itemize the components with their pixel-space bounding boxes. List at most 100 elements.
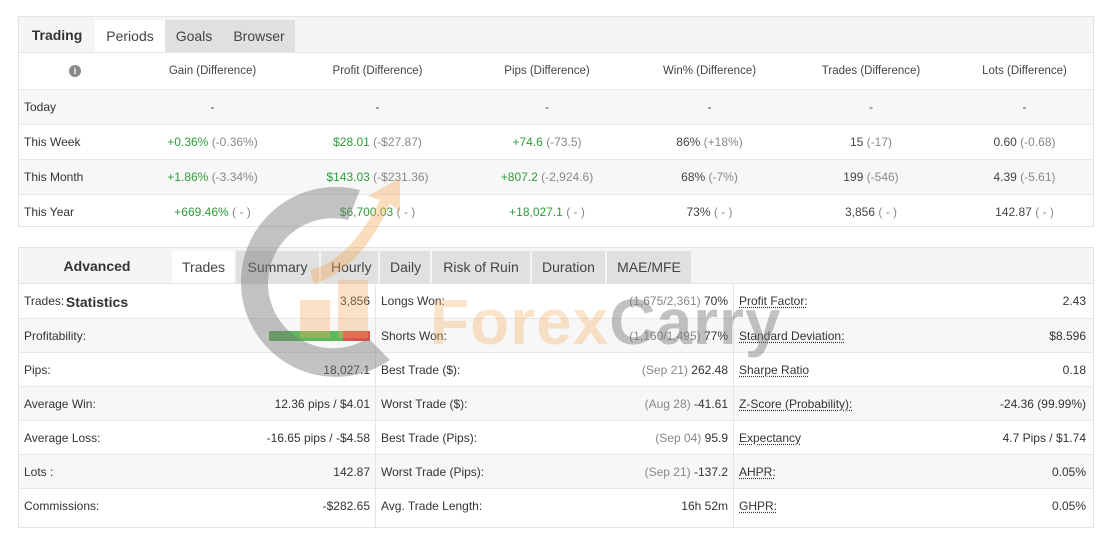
period-cell: +18,027.1 ( - ) bbox=[461, 194, 633, 229]
stats-row: Average Win: 12.36 pips / $4.01 Worst Trad… bbox=[19, 386, 1093, 420]
stat-label-ghpr[interactable]: GHPR: bbox=[739, 489, 777, 523]
stat-value-z-score-probability: -24.36 (99.99%) bbox=[999, 397, 1086, 411]
stat-label-sharpe-ratio[interactable]: Sharpe Ratio bbox=[739, 353, 809, 387]
stat-label-z-score-probability[interactable]: Z-Score (Probability): bbox=[739, 387, 852, 421]
period-difference: (-$27.87) bbox=[373, 135, 422, 149]
column-divider bbox=[733, 284, 734, 527]
advanced-stats-grid: Trades: 3,856 Longs Won: (1,675/2,361) 70% P… bbox=[19, 284, 1093, 523]
stat-note: (Aug 28) bbox=[644, 397, 691, 411]
stats-row: Pips: 18,027.1 Best Trade ($): (Sep 21) 262… bbox=[19, 352, 1093, 386]
stat-label-trades: Trades: bbox=[24, 294, 65, 308]
period-row-today: Today - - - - - - bbox=[19, 89, 1093, 125]
column-divider bbox=[375, 284, 376, 527]
period-value: +0.36% bbox=[167, 135, 209, 149]
stat-value-commissions: -$282.65 bbox=[322, 499, 370, 513]
period-value: - bbox=[210, 100, 215, 114]
period-row-this-week: This Week +0.36% (-0.36%) $28.01 (-$27.87)… bbox=[19, 124, 1093, 160]
period-value: $6,700.03 bbox=[339, 205, 394, 219]
period-difference: (-3.34%) bbox=[211, 170, 258, 184]
stat-value-worst-trade-pips: (Sep 21) -137.2 bbox=[645, 455, 728, 489]
period-value: $28.01 bbox=[333, 135, 370, 149]
stat-number: 16h 52m bbox=[681, 499, 728, 513]
tab-goals[interactable]: Goals bbox=[165, 20, 223, 52]
tab-periods[interactable]: Periods bbox=[95, 20, 165, 52]
stat-label-longs-won: Longs Won: bbox=[381, 294, 445, 308]
period-cell: 4.39 (-5.61) bbox=[956, 159, 1093, 195]
stat-number: 95.9 bbox=[704, 431, 728, 445]
stat-label-standard-deviation[interactable]: Standard Deviation: bbox=[739, 319, 844, 353]
stat-value-standard-deviation: $8.596 bbox=[1049, 329, 1086, 343]
period-value: 4.39 bbox=[993, 170, 1017, 184]
period-value: - bbox=[375, 100, 380, 114]
period-difference: ( - ) bbox=[232, 205, 251, 219]
period-cell: - bbox=[294, 89, 461, 125]
period-cell: 68% (-7%) bbox=[633, 159, 786, 195]
period-cell: - bbox=[633, 89, 786, 125]
period-value: +1.86% bbox=[167, 170, 209, 184]
stat-value-ghpr: 0.05% bbox=[1051, 499, 1086, 513]
tab-mae-mfe[interactable]: MAE/MFE bbox=[607, 251, 691, 283]
tab-hourly[interactable]: Hourly bbox=[321, 251, 378, 283]
tab-browser[interactable]: Browser bbox=[223, 20, 295, 52]
advanced-tab-bar: Advanced Statistics Trades Summary Hourly Da… bbox=[19, 248, 1093, 310]
column-header-profit-difference: Profit (Difference) bbox=[332, 65, 423, 77]
stat-label-profit-factor[interactable]: Profit Factor: bbox=[739, 284, 808, 318]
period-value: - bbox=[1022, 100, 1027, 114]
column-header-lots-difference: Lots (Difference) bbox=[982, 65, 1067, 77]
stat-label-commissions: Commissions: bbox=[24, 499, 100, 513]
periods-table: i Gain (Difference) Profit (Difference) Pi… bbox=[19, 53, 1093, 229]
stat-number: 70% bbox=[703, 294, 728, 308]
period-value: +807.2 bbox=[500, 170, 538, 184]
period-difference: (-546) bbox=[866, 170, 899, 184]
period-row-this-month: This Month +1.86% (-3.34%) $143.03 (-$231.… bbox=[19, 159, 1093, 195]
stat-value-average-win: 12.36 pips / $4.01 bbox=[274, 397, 370, 411]
stat-note: (1,160/1,495) bbox=[629, 329, 701, 343]
stat-note: (Sep 04) bbox=[655, 431, 702, 445]
profitability-bar-won bbox=[269, 331, 343, 341]
profitability-bar-lost bbox=[342, 331, 370, 341]
period-value: $143.03 bbox=[326, 170, 370, 184]
stat-value-worst-trade: (Aug 28) -41.61 bbox=[645, 387, 728, 421]
stats-row: Profitability: Shorts Won: (1,160/1,495) 7… bbox=[19, 318, 1093, 352]
period-difference: ( - ) bbox=[1035, 205, 1054, 219]
column-header-pips-difference: Pips (Difference) bbox=[504, 65, 590, 77]
tab-daily[interactable]: Daily bbox=[380, 251, 430, 283]
period-cell: +1.86% (-3.34%) bbox=[131, 159, 294, 195]
period-label: This Month bbox=[19, 159, 131, 195]
panel-title-advanced-statistics: Advanced Statistics bbox=[63, 258, 131, 310]
stat-note: (Sep 21) bbox=[644, 465, 691, 479]
period-cell: 199 (-546) bbox=[786, 159, 956, 195]
stat-value-sharpe-ratio: 0.18 bbox=[1062, 363, 1086, 377]
tab-trades[interactable]: Trades bbox=[172, 251, 234, 283]
period-cell: +74.6 (-73.5) bbox=[461, 124, 633, 160]
period-value: - bbox=[707, 100, 712, 114]
period-cell: +807.2 (-2,924.6) bbox=[461, 159, 633, 195]
stat-value-average-loss: -16.65 pips / -$4.58 bbox=[266, 431, 370, 445]
tab-duration[interactable]: Duration bbox=[532, 251, 605, 283]
stat-value-longs-won: (1,675/2,361) 70% bbox=[629, 284, 728, 318]
tab-risk-of-ruin[interactable]: Risk of Ruin bbox=[432, 251, 530, 283]
stat-note: (1,675/2,361) bbox=[629, 294, 701, 308]
stats-row: Trades: 3,856 Longs Won: (1,675/2,361) 70% P… bbox=[19, 284, 1093, 318]
stat-label-ahpr[interactable]: AHPR: bbox=[739, 455, 776, 489]
stat-value-expectancy: 4.7 Pips / $1.74 bbox=[1002, 431, 1086, 445]
period-difference: ( - ) bbox=[713, 205, 733, 219]
period-cell: 142.87 ( - ) bbox=[956, 194, 1093, 229]
stat-label-pips: Pips: bbox=[24, 363, 51, 377]
period-difference: (-5.61) bbox=[1020, 170, 1056, 184]
stat-label-average-win: Average Win: bbox=[24, 397, 96, 411]
period-cell: - bbox=[131, 89, 294, 125]
stat-value-best-trade: (Sep 21) 262.48 bbox=[642, 353, 728, 387]
column-header-win-difference: Win% (Difference) bbox=[662, 65, 757, 77]
stat-label-expectancy[interactable]: Expectancy bbox=[739, 421, 801, 455]
stat-value-ahpr: 0.05% bbox=[1051, 465, 1086, 479]
period-cell: 73% ( - ) bbox=[633, 194, 786, 229]
stat-note: (Sep 21) bbox=[641, 363, 688, 377]
info-icon[interactable]: i bbox=[69, 65, 81, 77]
stat-value-best-trade-pips: (Sep 04) 95.9 bbox=[655, 421, 728, 455]
stat-label-avg-trade-length: Avg. Trade Length: bbox=[381, 499, 483, 513]
tab-summary[interactable]: Summary bbox=[236, 251, 319, 283]
period-label: This Week bbox=[19, 124, 131, 160]
stat-number: -137.2 bbox=[693, 465, 728, 479]
stat-number: -41.61 bbox=[693, 397, 728, 411]
